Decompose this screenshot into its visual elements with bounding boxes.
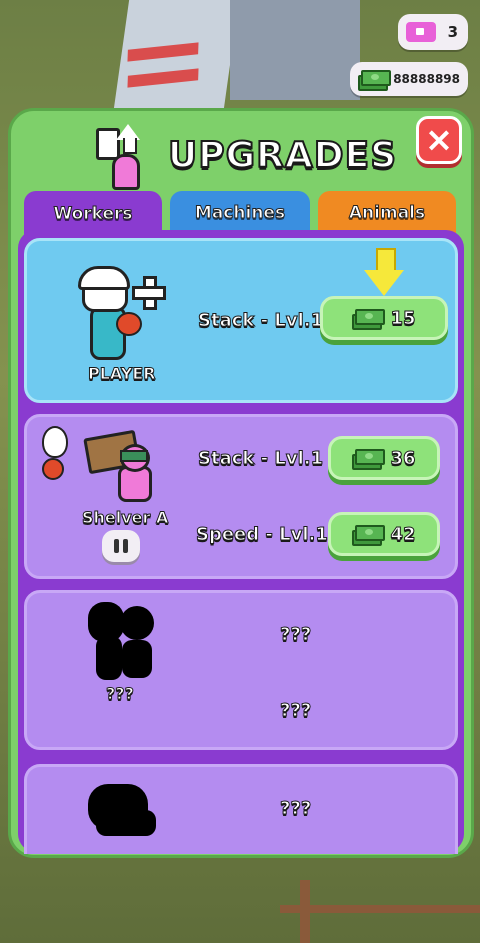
- panel-header: UPGRADES: [94, 120, 397, 190]
- ticket-counter: 3: [398, 14, 468, 50]
- cash-icon: [352, 449, 386, 470]
- cash-icon: [358, 70, 391, 91]
- upgrade-cost: 36: [390, 447, 416, 469]
- cash-icon: [352, 309, 386, 330]
- upgrade-button-player-stack[interactable]: 15: [320, 296, 448, 340]
- player-avatar: [76, 262, 166, 362]
- upgrade-button-shelver-speed[interactable]: 42: [328, 512, 440, 556]
- stat-label: ???: [279, 798, 312, 820]
- stat-label: ???: [279, 624, 312, 646]
- upgrade-cost: 42: [390, 523, 416, 545]
- pause-icon: [114, 539, 119, 553]
- egg-icon: [42, 426, 68, 458]
- stat-label: Stack - Lvl.1: [197, 310, 324, 332]
- tab-animals[interactable]: Animals: [318, 191, 456, 235]
- ticket-icon: [406, 22, 436, 42]
- stat-label: ???: [279, 700, 312, 722]
- stat-label: Stack - Lvl.1: [197, 448, 324, 470]
- upgrade-icon: [94, 124, 154, 190]
- cash-amount: 88888898: [393, 72, 460, 86]
- cash-icon: [352, 525, 386, 546]
- worker-name: Shelver A: [81, 508, 169, 528]
- plus-icon: [132, 276, 166, 310]
- ticket-count: 3: [447, 23, 458, 41]
- close-icon: ×: [424, 120, 454, 160]
- down-arrow-icon: [364, 248, 404, 300]
- worker-icon: [118, 444, 152, 502]
- tab-machines[interactable]: Machines: [170, 191, 310, 235]
- tomato-icon: [42, 458, 64, 480]
- panel-title: UPGRADES: [167, 134, 398, 177]
- close-button[interactable]: ×: [416, 116, 462, 164]
- stat-label: Speed - Lvl.1: [196, 524, 329, 546]
- pause-button[interactable]: [102, 530, 140, 562]
- upgrade-cost: 15: [390, 307, 416, 329]
- cash-counter: 88888898: [350, 62, 468, 96]
- upgrade-button-shelver-stack[interactable]: 36: [328, 436, 440, 480]
- shelver-avatar: [40, 426, 170, 506]
- worker-name: PLAYER: [88, 364, 157, 384]
- worker-name: ???: [106, 684, 135, 704]
